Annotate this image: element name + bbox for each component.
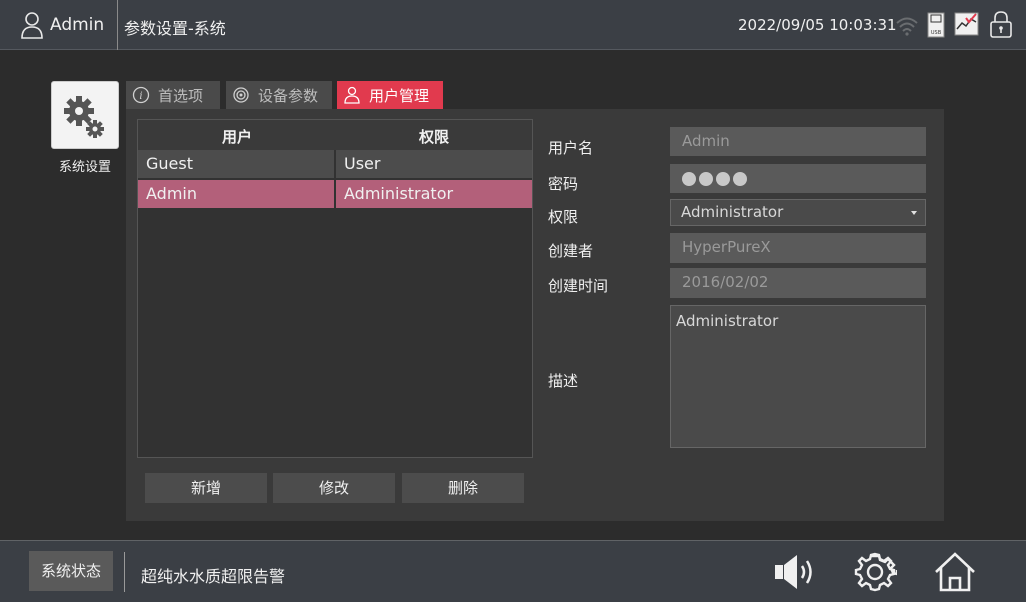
permission-label: 权限	[548, 208, 579, 226]
wifi-icon	[896, 17, 918, 36]
home-icon[interactable]	[933, 551, 977, 593]
table-cell-user: Admin	[138, 180, 334, 208]
current-user-name: Admin	[50, 15, 105, 35]
usb-icon[interactable]: USB	[927, 12, 945, 38]
username-field[interactable]: Admin	[670, 127, 926, 156]
table-cell-user: Guest	[138, 150, 334, 178]
delete-user-button[interactable]: 删除	[402, 473, 524, 503]
creator-field[interactable]: HyperPureX	[670, 233, 926, 263]
username-label: 用户名	[548, 139, 594, 157]
tab-preferences[interactable]: i 首选项	[126, 81, 220, 109]
table-row[interactable]: Guest User	[138, 150, 532, 179]
lock-icon[interactable]	[989, 10, 1013, 39]
column-header-user: 用户	[221, 128, 252, 146]
created-time-label: 创建时间	[548, 277, 609, 295]
gears-icon	[64, 96, 104, 138]
password-label: 密码	[548, 175, 579, 193]
alarm-message: 超纯水水质超限告警	[141, 567, 286, 586]
tab-user-management-label: 用户管理	[369, 86, 430, 105]
user-table: 用户 权限 Guest User Admin Administrator	[137, 119, 533, 458]
chevron-down-icon	[911, 211, 917, 215]
tab-preferences-label: 首选项	[158, 86, 204, 105]
table-header: 用户 权限	[138, 120, 532, 150]
user-area[interactable]: Admin	[0, 0, 118, 50]
info-icon: i	[132, 86, 150, 104]
password-field[interactable]	[670, 164, 926, 193]
creator-label: 创建者	[548, 242, 594, 260]
settings-icon[interactable]	[853, 551, 897, 593]
bottom-bar: 系统状态 超纯水水质超限告警	[0, 540, 1026, 602]
password-mask	[682, 164, 926, 193]
top-bar: Admin 参数设置-系统 2022/09/05 10:03:31 USB	[0, 0, 1026, 50]
user-icon	[344, 86, 360, 104]
system-status-button[interactable]: 系统状态	[29, 551, 113, 591]
system-settings-tile[interactable]	[51, 81, 119, 149]
description-textarea[interactable]: Administrator	[670, 305, 926, 448]
gear-icon	[233, 87, 249, 103]
system-settings-label: 系统设置	[58, 160, 111, 175]
add-user-button[interactable]: 新增	[145, 473, 267, 503]
description-label: 描述	[548, 372, 579, 390]
table-cell-permission: User	[336, 150, 532, 178]
svg-text:i: i	[139, 91, 142, 102]
table-row[interactable]: Admin Administrator	[138, 180, 532, 209]
table-cell-permission: Administrator	[336, 180, 532, 208]
tab-device-params-label: 设备参数	[258, 86, 319, 105]
column-header-permission: 权限	[418, 128, 449, 146]
tab-user-management[interactable]: 用户管理	[337, 81, 443, 109]
speaker-icon[interactable]	[773, 551, 817, 593]
tab-device-params[interactable]: 设备参数	[226, 81, 332, 109]
divider	[124, 552, 125, 592]
datetime-display: 2022/09/05 10:03:31	[738, 16, 897, 34]
page-title: 参数设置-系统	[124, 19, 226, 38]
user-icon	[21, 12, 43, 39]
permission-select-value: Administrator	[681, 203, 784, 221]
created-time-field[interactable]: 2016/02/02	[670, 268, 926, 298]
svg-text:USB: USB	[931, 30, 942, 36]
edit-user-button[interactable]: 修改	[273, 473, 395, 503]
permission-select[interactable]: Administrator	[670, 199, 926, 226]
chart-check-icon[interactable]	[954, 12, 979, 36]
